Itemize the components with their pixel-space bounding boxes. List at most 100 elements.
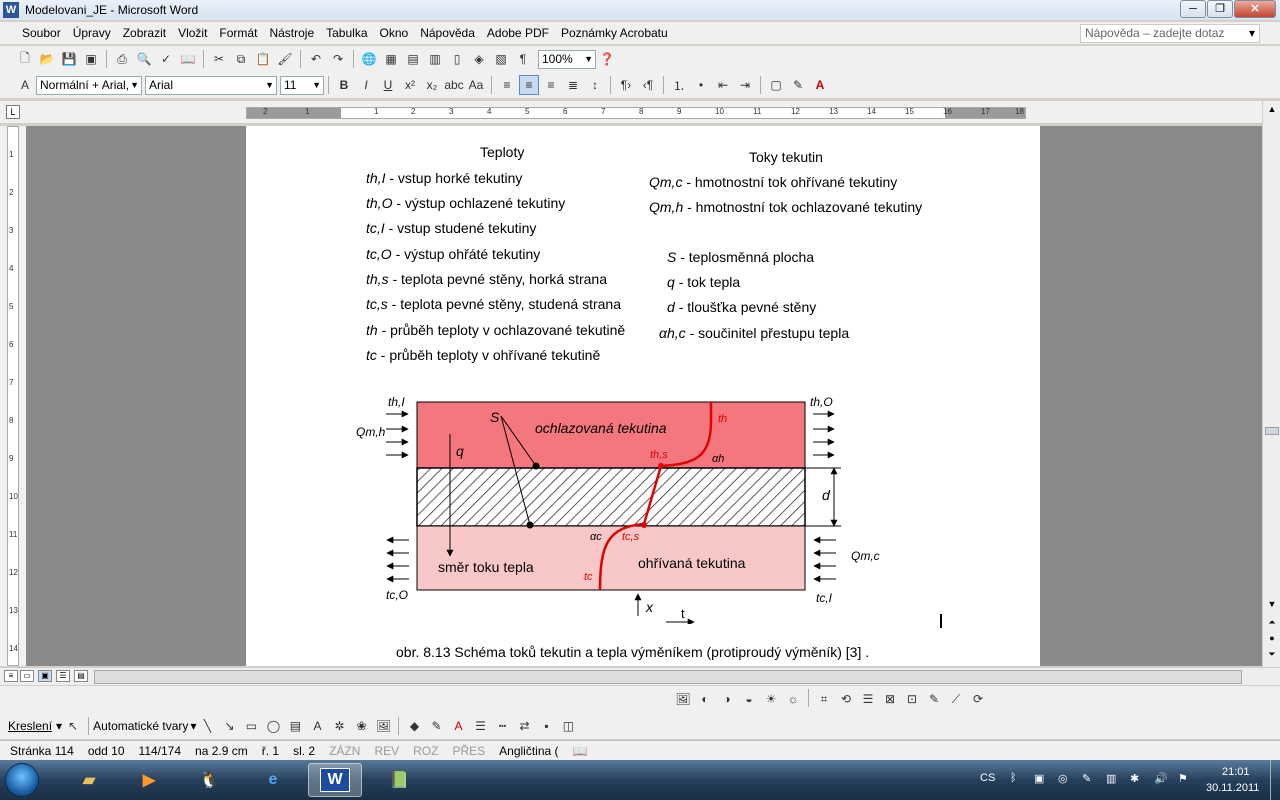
line-color-icon[interactable]: ✎ (426, 716, 446, 736)
menu-okno[interactable]: Okno (374, 26, 415, 40)
underline-icon[interactable]: U (378, 75, 398, 95)
reset-picture-icon[interactable]: ⟳ (968, 689, 988, 709)
bullets-icon[interactable]: • (691, 75, 711, 95)
style-select[interactable]: Normální + Arial, ▼ (36, 75, 142, 95)
open-icon[interactable]: 📂 (37, 49, 57, 69)
format-picture-icon[interactable]: ✎ (924, 689, 944, 709)
scroll-thumb[interactable] (1265, 427, 1279, 435)
security-tray-icon[interactable]: ◎ (1058, 772, 1068, 785)
zoom-select[interactable]: 100% ▼ (538, 49, 596, 69)
change-case-icon[interactable]: Aa (466, 75, 486, 95)
crop-icon[interactable]: ⌗ (814, 689, 834, 709)
more-contrast-icon[interactable]: ◑ (717, 689, 737, 709)
align-right-icon[interactable]: ≡ (541, 75, 561, 95)
word-app-icon[interactable]: W (3, 2, 19, 18)
clock-date[interactable]: 30.11.2011 (1206, 782, 1259, 794)
scroll-up-icon[interactable]: ▲ (1265, 104, 1279, 114)
line-icon[interactable]: ╲ (197, 716, 217, 736)
menu-upravy[interactable]: Úpravy (67, 26, 117, 40)
superscript-icon[interactable]: x² (400, 75, 420, 95)
autoshapes-menu[interactable]: Automatické tvary (93, 719, 188, 733)
close-button[interactable]: ✕ (1234, 0, 1276, 18)
fill-color-icon[interactable]: ◆ (404, 716, 424, 736)
vertical-ruler[interactable]: 1 2 3 4 5 6 7 8 9 10 11 12 13 14 (0, 126, 26, 666)
notification-icon[interactable]: ✱ (1130, 772, 1139, 785)
menu-soubor[interactable]: Soubor (16, 26, 67, 40)
menu-adobe-pdf[interactable]: Adobe PDF (481, 26, 555, 40)
network-signal-icon[interactable]: ▥ (1106, 772, 1116, 785)
save-icon[interactable]: 💾 (59, 49, 79, 69)
draw-dropdown-icon[interactable]: ▾ (56, 719, 62, 733)
numbering-icon[interactable]: ⒈ (669, 75, 689, 95)
format-painter-icon[interactable]: 🖌 (275, 49, 295, 69)
menu-tabulka[interactable]: Tabulka (320, 26, 373, 40)
3d-icon[interactable]: ◫ (558, 716, 578, 736)
print-icon[interactable]: ⎙ (112, 49, 132, 69)
normal-view-icon[interactable]: ≡ (4, 670, 18, 682)
menu-zobrazit[interactable]: Zobrazit (117, 26, 172, 40)
dropdown-arrow-icon[interactable]: ▾ (1249, 25, 1255, 42)
set-transparent-icon[interactable]: ⟋ (946, 689, 966, 709)
arrow-icon[interactable]: ↘ (219, 716, 239, 736)
line-style-draw-icon[interactable]: ☰ (470, 716, 490, 736)
print-preview-icon[interactable]: 🔍 (134, 49, 154, 69)
tray-app-icon[interactable]: ✎ (1082, 772, 1091, 785)
style-dropdown-icon[interactable]: ▼ (130, 77, 139, 94)
increase-indent-icon[interactable]: ⇥ (735, 75, 755, 95)
ruler-strip[interactable]: 2 1 1 2 3 4 5 6 7 8 9 10 11 12 13 14 15 … (246, 107, 1026, 119)
volume-icon[interactable]: 🔊 (1154, 772, 1168, 785)
ltr-icon[interactable]: ¶› (616, 75, 636, 95)
status-language[interactable]: Angličtina ( (499, 744, 558, 758)
shadow-icon[interactable]: ▪ (536, 716, 556, 736)
strikethrough-icon[interactable]: abc (444, 75, 464, 95)
line-style-icon[interactable]: ☰ (858, 689, 878, 709)
rotate-icon[interactable]: ⟲ (836, 689, 856, 709)
internet-explorer-icon[interactable]: e (246, 763, 300, 797)
show-hide-icon[interactable]: ¶ (513, 49, 533, 69)
font-select[interactable]: Arial ▼ (145, 75, 277, 95)
hyperlink-icon[interactable]: 🌐 (359, 49, 379, 69)
status-track[interactable]: REV (374, 744, 399, 758)
help-search-input[interactable]: Nápověda – zadejte dotaz ▾ (1080, 24, 1260, 43)
select-browse-object-icon[interactable]: ● (1265, 633, 1279, 643)
paste-icon[interactable]: 📋 (253, 49, 273, 69)
text-wrapping-icon[interactable]: ⊡ (902, 689, 922, 709)
document-page[interactable]: Teploty Toky tekutin th,I - vstup horké … (246, 126, 1040, 666)
textbox-icon[interactable]: ▤ (285, 716, 305, 736)
web-view-icon[interactable]: ▭ (20, 670, 34, 682)
highlight-icon[interactable]: ✎ (788, 75, 808, 95)
outline-view-icon[interactable]: ☰ (56, 670, 70, 682)
menu-poznamky-acrobatu[interactable]: Poznámky Acrobatu (555, 26, 674, 40)
new-document-icon[interactable]: 🗋 (15, 49, 35, 69)
color-icon[interactable]: ◐ (695, 689, 715, 709)
oval-icon[interactable]: ◯ (263, 716, 283, 736)
justify-icon[interactable]: ≣ (563, 75, 583, 95)
line-spacing-icon[interactable]: ↕ (585, 75, 605, 95)
vertical-scrollbar[interactable]: ▲ ▼ ⏶ ● ⏷ (1262, 101, 1280, 667)
select-objects-icon[interactable]: ↖ (63, 716, 83, 736)
horizontal-scroll-track[interactable] (94, 670, 1242, 684)
scroll-down-icon[interactable]: ▼ (1265, 599, 1279, 609)
columns-icon[interactable]: ▯ (447, 49, 467, 69)
drawing-icon[interactable]: ◈ (469, 49, 489, 69)
menu-format[interactable]: Formát (213, 26, 263, 40)
green-book-icon[interactable]: 📗 (372, 763, 426, 797)
document-map-icon[interactable]: ▧ (491, 49, 511, 69)
word-task-icon[interactable]: W (308, 763, 362, 797)
minimize-button[interactable]: ─ (1180, 0, 1206, 18)
explorer-icon[interactable]: ▰ (62, 763, 116, 797)
restore-button[interactable]: ❐ (1207, 0, 1233, 18)
borders-icon[interactable]: ▢ (766, 75, 786, 95)
bold-icon[interactable]: B (334, 75, 354, 95)
horizontal-scrollbar[interactable]: ≡ ▭ ▣ ☰ ▤ (0, 667, 1280, 685)
italic-icon[interactable]: I (356, 75, 376, 95)
prev-page-icon[interactable]: ⏶ (1265, 617, 1279, 628)
less-brightness-icon[interactable]: ☼ (783, 689, 803, 709)
autoshapes-dropdown-icon[interactable]: ▾ (190, 719, 196, 733)
draw-menu[interactable]: Kreslení (8, 719, 52, 733)
font-size-dropdown-icon[interactable]: ▼ (312, 77, 321, 94)
show-desktop-button[interactable] (1270, 760, 1280, 800)
reading-view-icon[interactable]: ▤ (74, 670, 88, 682)
copy-icon[interactable]: ⧉ (231, 49, 251, 69)
diagram-icon[interactable]: ✲ (329, 716, 349, 736)
